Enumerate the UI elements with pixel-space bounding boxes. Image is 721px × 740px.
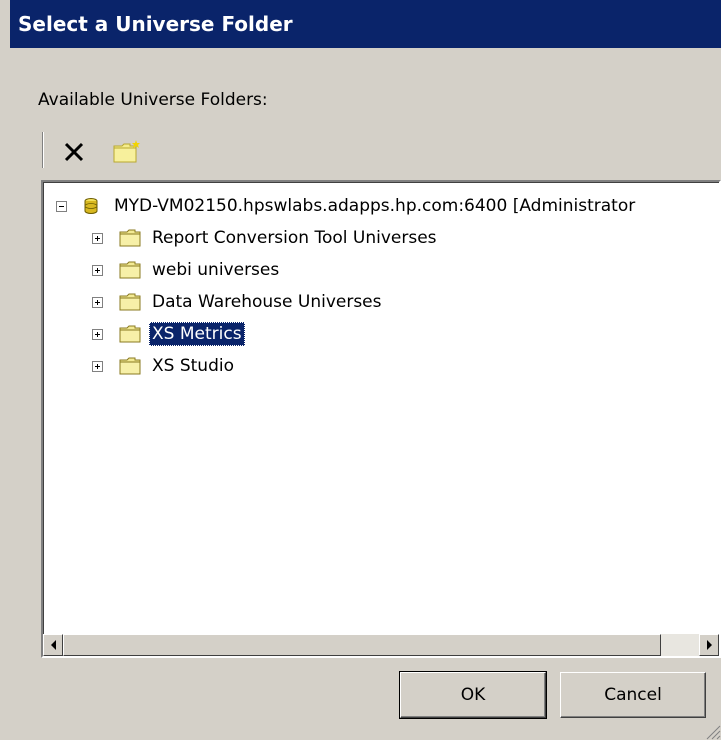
tree-root-label: MYD-VM02150.hpswlabs.adapps.hp.com:6400 …	[114, 196, 636, 216]
delete-x-icon	[64, 142, 84, 162]
expand-icon[interactable]	[92, 328, 103, 340]
new-folder-button[interactable]	[110, 136, 146, 166]
folder-tree[interactable]: MYD-VM02150.hpswlabs.adapps.hp.com:6400 …	[41, 180, 721, 658]
cancel-button[interactable]: Cancel	[560, 672, 706, 718]
folder-icon	[119, 357, 141, 375]
folder-label: Data Warehouse Universes	[152, 292, 382, 312]
expand-icon[interactable]	[92, 360, 103, 372]
folder-icon	[119, 229, 141, 247]
horizontal-scrollbar[interactable]	[43, 634, 719, 656]
arrow-right-icon	[706, 640, 712, 650]
scroll-right-button[interactable]	[699, 634, 719, 656]
tree-folder-item[interactable]: Data Warehouse Universes	[92, 287, 385, 317]
expand-icon[interactable]	[92, 264, 103, 276]
database-icon	[84, 198, 98, 214]
delete-button[interactable]	[60, 136, 90, 166]
tree-folder-item-selected[interactable]: XS Metrics	[92, 319, 245, 349]
resize-grip-icon[interactable]	[703, 722, 721, 740]
folder-icon	[119, 261, 141, 279]
available-folders-label: Available Universe Folders:	[38, 90, 268, 110]
scroll-thumb[interactable]	[63, 634, 661, 656]
dialog-window: Select a Universe Folder Available Unive…	[10, 0, 721, 740]
arrow-left-icon	[50, 640, 56, 650]
folder-label: webi universes	[152, 260, 280, 280]
tree-folder-item[interactable]: webi universes	[92, 255, 282, 285]
tree-folder-item[interactable]: XS Studio	[92, 351, 237, 381]
folder-label: XS Metrics	[149, 322, 245, 346]
folder-label: Report Conversion Tool Universes	[152, 228, 437, 248]
tree-folder-item[interactable]: Report Conversion Tool Universes	[92, 223, 440, 253]
folder-icon	[119, 325, 141, 343]
new-folder-icon	[113, 140, 140, 163]
folder-icon	[119, 293, 141, 311]
scroll-left-button[interactable]	[43, 634, 63, 656]
collapse-icon[interactable]	[56, 200, 67, 212]
expand-icon[interactable]	[92, 232, 103, 244]
dialog-title: Select a Universe Folder	[10, 0, 721, 48]
ok-button[interactable]: OK	[399, 671, 547, 719]
expand-icon[interactable]	[92, 296, 103, 308]
toolbar-separator	[42, 132, 44, 168]
tree-root[interactable]: MYD-VM02150.hpswlabs.adapps.hp.com:6400 …	[56, 191, 638, 221]
folder-label: XS Studio	[152, 356, 234, 376]
